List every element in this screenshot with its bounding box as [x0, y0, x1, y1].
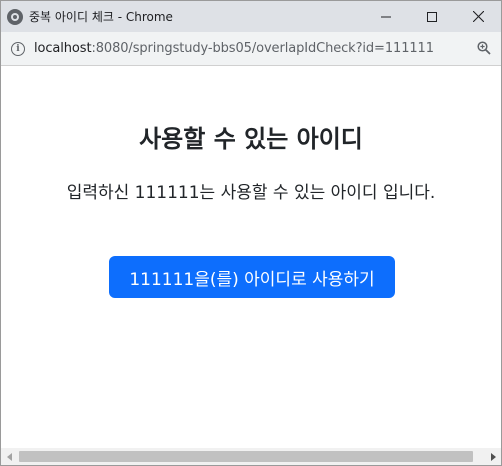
browser-window: 중복 아이디 체크 - Chrome i localhost:8080/spri…	[0, 0, 502, 466]
info-icon[interactable]: i	[11, 41, 25, 56]
scroll-right-button[interactable]	[484, 448, 501, 465]
page-content: 사용할 수 있는 아이디 입력하신 111111는 사용할 수 있는 아이디 입…	[1, 66, 501, 451]
minimize-icon	[381, 16, 391, 17]
url-host: localhost	[34, 41, 92, 56]
zoom-icon[interactable]	[477, 41, 491, 55]
address-bar[interactable]: i localhost:8080/springstudy-bbs05/overl…	[1, 32, 501, 66]
scroll-right-icon	[490, 452, 496, 461]
use-id-button[interactable]: 111111을(를) 아이디로 사용하기	[109, 256, 395, 298]
page-heading: 사용할 수 있는 아이디	[139, 125, 363, 153]
scroll-left-icon	[6, 452, 12, 461]
window-title: 중복 아이디 체크 - Chrome	[29, 10, 173, 24]
scroll-left-button[interactable]	[1, 448, 18, 465]
close-button[interactable]	[455, 1, 501, 32]
availability-message: 입력하신 111111는 사용할 수 있는 아이디 입니다.	[66, 183, 436, 203]
horizontal-scrollbar[interactable]	[1, 448, 501, 465]
maximize-icon	[427, 11, 437, 22]
chrome-icon	[7, 8, 23, 25]
scrollbar-thumb[interactable]	[19, 451, 473, 462]
title-bar: 중복 아이디 체크 - Chrome	[1, 1, 501, 32]
url-text[interactable]: localhost:8080/springstudy-bbs05/overlap…	[34, 41, 434, 56]
url-path: :8080/springstudy-bbs05/overlapIdCheck?i…	[91, 41, 434, 56]
minimize-button[interactable]	[363, 1, 409, 32]
close-icon	[472, 11, 484, 22]
window-controls	[363, 1, 501, 32]
maximize-button[interactable]	[409, 1, 455, 32]
